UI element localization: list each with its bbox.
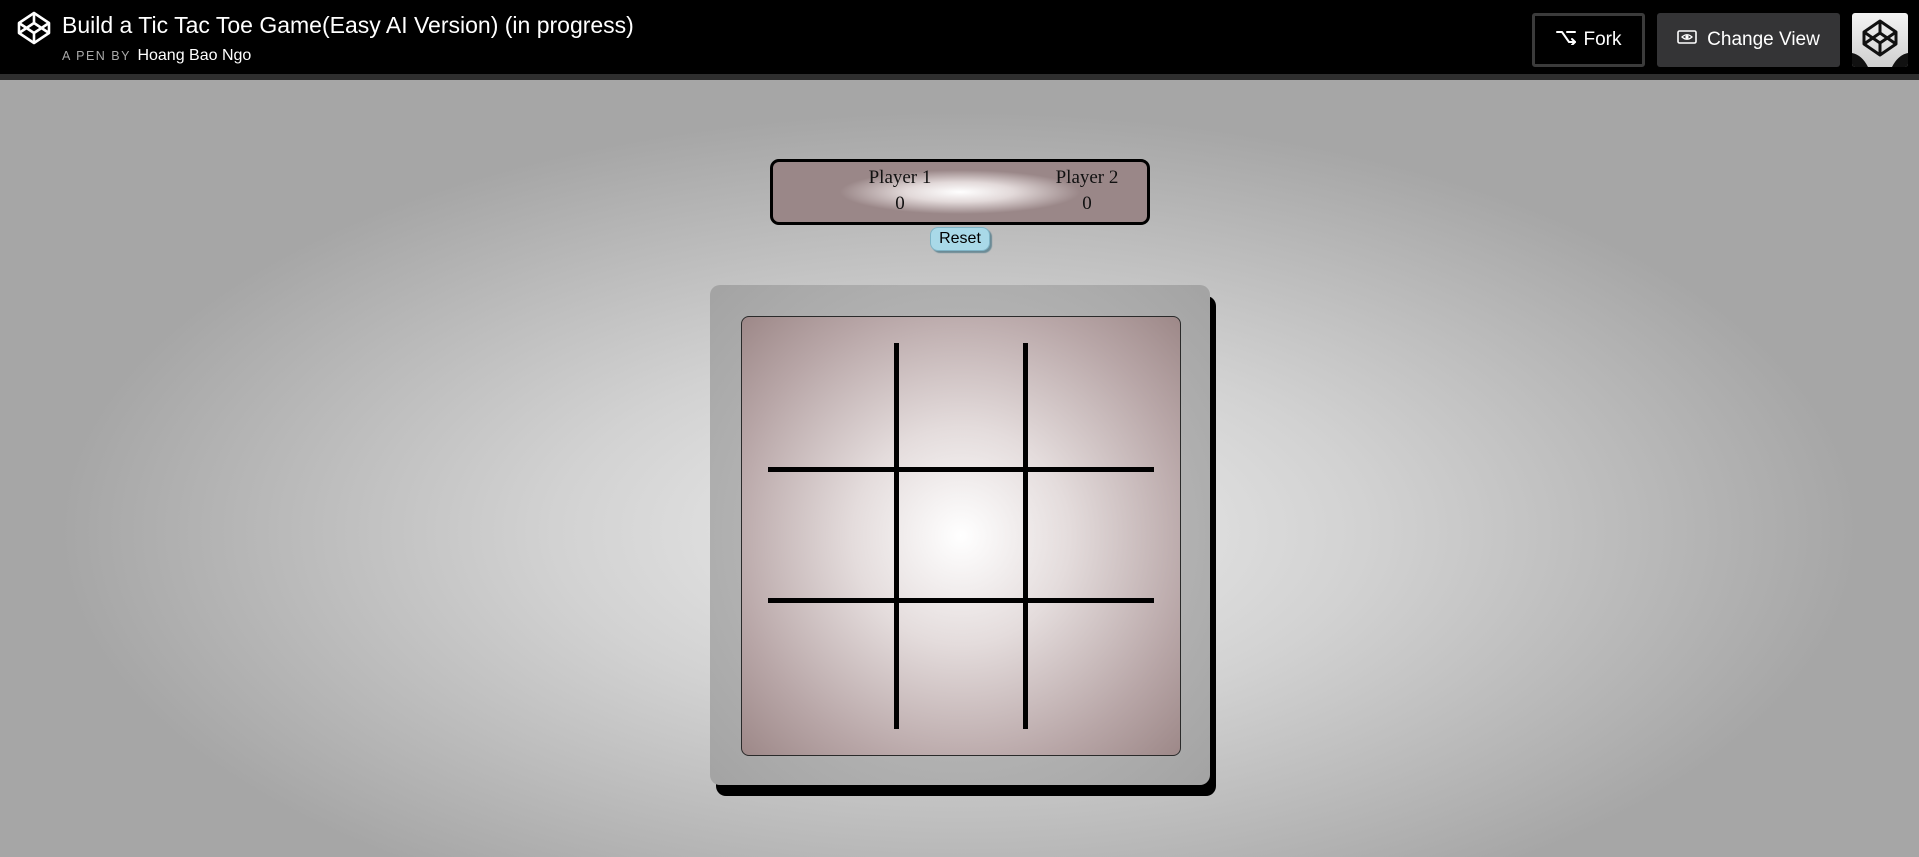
player-2-score: 0 xyxy=(1082,193,1092,214)
fork-icon xyxy=(1555,29,1576,51)
grid-line-horizontal-1 xyxy=(768,467,1154,472)
player-1-score: 0 xyxy=(895,193,905,214)
board-cell-5[interactable] xyxy=(898,473,1024,599)
reset-button[interactable]: Reset xyxy=(930,227,990,251)
byline-prefix: A PEN BY xyxy=(62,49,131,63)
codepen-logo-icon[interactable] xyxy=(16,10,52,46)
codepen-header: Build a Tic Tac Toe Game(Easy AI Version… xyxy=(0,0,1919,80)
board-cell-2[interactable] xyxy=(898,343,1024,469)
fork-button[interactable]: Fork xyxy=(1532,13,1645,67)
eye-icon xyxy=(1677,29,1697,51)
board-cell-1[interactable] xyxy=(768,343,894,469)
board-cell-6[interactable] xyxy=(1028,473,1154,599)
avatar[interactable] xyxy=(1852,13,1908,67)
tic-tac-toe-grid xyxy=(768,343,1154,729)
board-cell-8[interactable] xyxy=(898,603,1024,729)
pen-byline: A PEN BY Hoang Bao Ngo xyxy=(62,47,251,65)
board-cell-9[interactable] xyxy=(1028,603,1154,729)
fork-label: Fork xyxy=(1583,29,1622,50)
pen-title: Build a Tic Tac Toe Game(Easy AI Version… xyxy=(62,12,634,38)
board-cell-3[interactable] xyxy=(1028,343,1154,469)
change-view-label: Change View xyxy=(1707,29,1820,50)
grid-line-horizontal-2 xyxy=(768,598,1154,603)
player-1-panel: Player 1 0 xyxy=(830,166,970,218)
board-cell-4[interactable] xyxy=(768,473,894,599)
scoreboard: Player 1 0 Player 2 0 xyxy=(770,159,1150,225)
player-2-panel: Player 2 0 xyxy=(1017,166,1157,218)
author-link[interactable]: Hoang Bao Ngo xyxy=(137,47,251,64)
board-cell-7[interactable] xyxy=(768,603,894,729)
player-2-name: Player 2 xyxy=(1055,167,1119,188)
grid-line-vertical-1 xyxy=(894,343,899,729)
change-view-button[interactable]: Change View xyxy=(1657,13,1840,67)
player-1-name: Player 1 xyxy=(868,167,932,188)
grid-line-vertical-2 xyxy=(1023,343,1028,729)
